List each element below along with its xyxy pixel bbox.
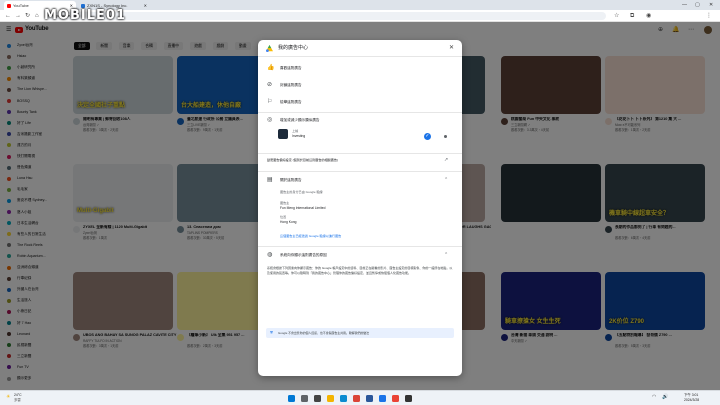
why-section-title[interactable]: 系統向你顯示這則廣告的原因 xyxy=(280,252,327,258)
verification-link[interactable]: 這個廣告主已經透過 Google 驗證以進行廣告 xyxy=(280,234,341,239)
photos-icon[interactable] xyxy=(392,395,399,402)
dialog-title: 我的廣告中心 xyxy=(278,45,309,51)
field-label: 廣告主 xyxy=(280,201,290,205)
youtube-favicon-icon xyxy=(7,3,11,8)
weather-desc: 多雲 xyxy=(14,398,21,402)
home-icon[interactable]: ⌂ xyxy=(35,10,39,22)
why-explanation: 系統會根據下列因素向你顯示廣告：你的 Google 帳戶設定中的資料、目前正在觀… xyxy=(267,266,453,275)
like-icon: 👍 xyxy=(267,65,275,71)
flag-icon: ⚐ xyxy=(267,99,273,105)
extensions-icon[interactable]: ⧉ xyxy=(630,10,634,22)
dialog-header: 我的廣告中心 ✕ xyxy=(258,40,462,57)
file-explorer-icon[interactable] xyxy=(327,395,334,402)
check-icon: ✓ xyxy=(425,132,430,139)
action-label: 喜歡這則廣告 xyxy=(280,66,302,70)
divider xyxy=(258,153,462,154)
block-icon: ⊘ xyxy=(267,82,273,88)
ads-logo-icon xyxy=(266,45,273,52)
block-ad-button[interactable]: ⊘ 封鎖這則廣告 xyxy=(258,78,462,92)
field-label: 位置 xyxy=(280,215,287,219)
privacy-text: Google 不會出售你的個人資訊，也不會與廣告主共用。瞭解我們的做法 xyxy=(278,331,370,335)
tab-title: YouTube xyxy=(13,3,29,8)
synology-favicon-icon xyxy=(81,3,85,8)
person-icon: ◍ xyxy=(267,252,273,258)
windows-start-icon[interactable] xyxy=(288,395,295,402)
about-section-title[interactable]: 關於這則廣告 xyxy=(280,177,302,183)
close-icon[interactable]: ✕ xyxy=(144,1,147,10)
close-window-button[interactable]: ✕ xyxy=(709,0,713,10)
maximize-button[interactable]: ▢ xyxy=(695,0,700,10)
reload-icon[interactable]: ↻ xyxy=(25,10,30,22)
browser-menu-icon[interactable]: ⋮ xyxy=(706,10,712,22)
like-ad-button[interactable]: 👍 喜歡這則廣告 xyxy=(258,61,462,75)
action-label: 檢舉這則廣告 xyxy=(280,100,302,104)
divider xyxy=(258,112,462,113)
verified-text: 廣告主的身分已由 Google 驗證 xyxy=(280,190,323,194)
weather-temp[interactable]: 24°C xyxy=(14,393,22,398)
field-value: Hong Kong xyxy=(280,220,297,224)
clock-time[interactable]: 下午 3:01 xyxy=(684,393,698,398)
report-ad-button[interactable]: ⚐ 檢舉這則廣告 xyxy=(258,95,462,109)
ad-center-dialog: 我的廣告中心 ✕ 👍 喜歡這則廣告 ⊘ 封鎖這則廣告 ⚐ 檢舉這則廣告 ◎ 增加… xyxy=(258,40,462,376)
forward-arrow-icon[interactable]: → xyxy=(15,10,21,22)
investing-logo-icon xyxy=(278,129,288,139)
wifi-icon[interactable]: ◠ xyxy=(652,394,656,400)
divider xyxy=(258,246,462,247)
edge-icon[interactable] xyxy=(340,395,347,402)
mail-icon[interactable] xyxy=(379,395,386,402)
more-options-icon[interactable] xyxy=(444,135,447,138)
windows-taskbar: ☀ 24°C 多雲 下午 3:01 2024/3/28 ◠ 🔊 xyxy=(0,390,720,405)
divider xyxy=(258,171,462,172)
close-icon[interactable]: ✕ xyxy=(449,44,454,52)
manage-ads-link[interactable]: 變更廣告偏好設定 (個別於目前這則廣告的相關廣告) xyxy=(267,158,338,163)
profile-icon[interactable]: ◉ xyxy=(646,10,651,22)
task-view-icon[interactable] xyxy=(314,395,321,402)
advertiser-label: 上線 xyxy=(292,129,299,133)
action-label: 封鎖這則廣告 xyxy=(280,83,302,87)
chrome-icon[interactable] xyxy=(353,395,360,402)
weather-icon: ☀ xyxy=(6,394,11,400)
clock-date: 2024/3/28 xyxy=(684,398,700,402)
store-icon[interactable] xyxy=(366,395,373,402)
volume-icon[interactable]: 🔊 xyxy=(662,394,668,400)
terminal-icon[interactable] xyxy=(405,395,412,402)
desktop: YouTube ✕ ZXN1S - Synology Inc. ✕ — ▢ ✕ … xyxy=(0,0,720,405)
minimize-button[interactable]: — xyxy=(682,0,687,10)
chevron-up-icon[interactable]: ⌃ xyxy=(444,252,448,258)
address-bar[interactable]: youtube.com xyxy=(46,12,606,20)
field-value: Fun Meng International Limited xyxy=(280,206,326,210)
privacy-banner: ⛨ Google 不會出售你的個人資訊，也不會與廣告主共用。瞭解我們的做法 xyxy=(266,328,454,338)
checked-toggle[interactable]: ✓ xyxy=(424,133,431,140)
info-card-icon: ▤ xyxy=(267,177,273,183)
advertiser-section-title: 增加或減少顯示類似廣告 xyxy=(280,118,320,122)
search-icon[interactable] xyxy=(301,395,308,402)
bookmark-star-icon[interactable]: ☆ xyxy=(614,10,619,22)
watermark-logo: MOBILE01 xyxy=(44,8,126,23)
back-arrow-icon[interactable]: ← xyxy=(5,10,11,22)
eye-icon: ◎ xyxy=(267,117,273,123)
open-external-icon[interactable]: ↗ xyxy=(444,157,448,163)
advertiser-name: Investing xyxy=(292,134,306,138)
shield-icon: ⛨ xyxy=(270,330,273,335)
chevron-up-icon[interactable]: ⌃ xyxy=(444,177,448,183)
